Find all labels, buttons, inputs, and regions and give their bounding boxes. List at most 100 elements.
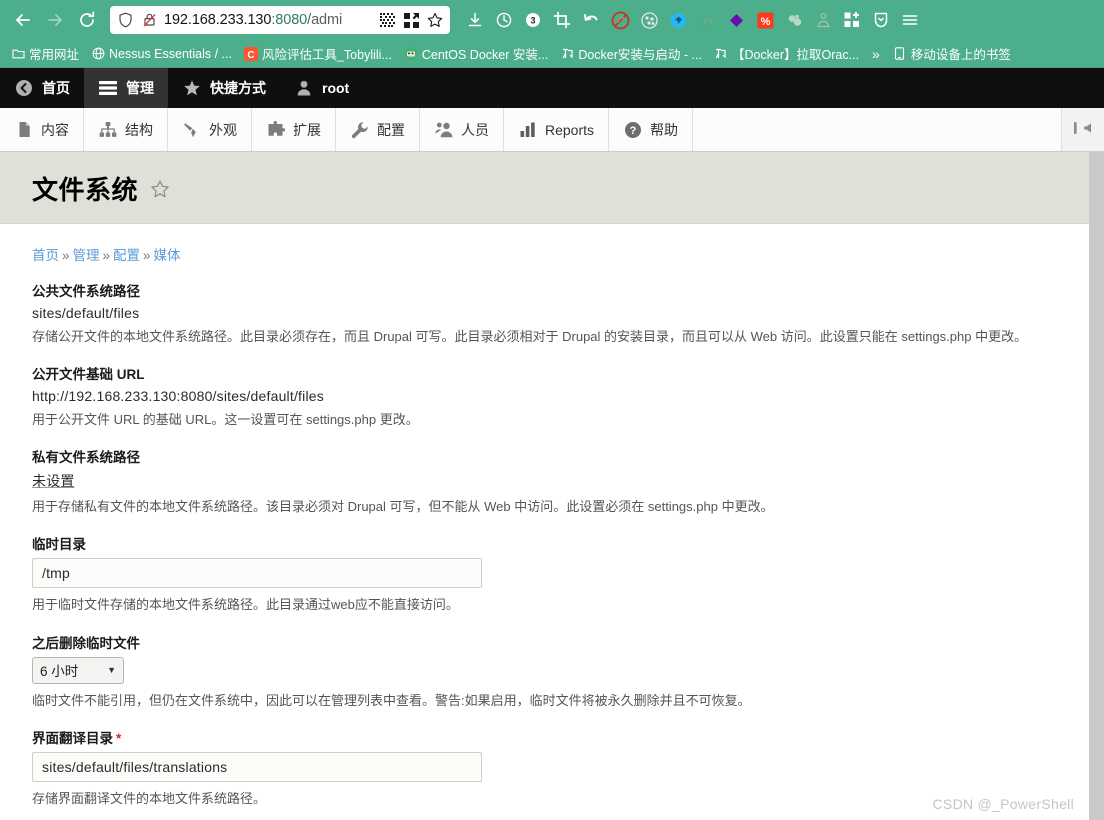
- submenu-label: Reports: [545, 121, 595, 138]
- field-value: http://192.168.233.130:8080/sites/defaul…: [32, 388, 324, 405]
- submenu-spacer: [693, 108, 1062, 151]
- submenu-item-reports[interactable]: Reports: [504, 108, 610, 151]
- screenshot-crop-icon[interactable]: [549, 7, 575, 33]
- svg-text:C: C: [247, 50, 254, 61]
- delete-temporary-files-select[interactable]: 6 小时 ▼: [32, 656, 124, 684]
- bookmark-mobile-bookmarks[interactable]: 移动设备上的书签: [888, 42, 1016, 65]
- interface-translation-directory-input[interactable]: [32, 751, 482, 782]
- wappalyzer-icon[interactable]: %: [752, 7, 778, 33]
- extension-icon-row: 3 JS %: [462, 7, 923, 33]
- cookie-manager-icon[interactable]: [636, 7, 662, 33]
- bookmark-label: CentOS Docker 安装...: [421, 48, 549, 62]
- bookmark-docker-oracle[interactable]: 【Docker】拉取Orac...: [709, 42, 864, 65]
- lock-crossed-icon[interactable]: [140, 11, 158, 29]
- field-label: 临时目录: [32, 537, 86, 553]
- star-outline-icon[interactable]: [150, 179, 170, 199]
- field-description: 存储公开文件的本地文件系统路径。此目录必须存在，而且 Drupal 可写。此目录…: [32, 329, 1028, 344]
- admin-tab-manage[interactable]: 管理: [84, 68, 168, 108]
- reload-button[interactable]: [72, 5, 102, 35]
- field-label: 界面翻译目录 *: [32, 727, 1057, 747]
- submenu-item-extend[interactable]: 扩展: [252, 108, 336, 151]
- breadcrumb-item-media[interactable]: 媒体: [154, 248, 181, 263]
- proxy-extension-icon[interactable]: [810, 7, 836, 33]
- history-icon[interactable]: [491, 7, 517, 33]
- browser-toolbar: 192.168.233.130:8080/admi 3 JS %: [0, 0, 1104, 40]
- field-value: sites/default/files: [32, 305, 140, 321]
- bookmark-centos-docker[interactable]: CentOS Docker 安装...: [399, 42, 553, 65]
- bookmark-docker-install[interactable]: Docker安装与启动 - ...: [555, 42, 707, 65]
- breadcrumb-item-manage[interactable]: 管理: [73, 248, 100, 263]
- field-description: 临时文件不能引用，但仍在文件系统中，因此可以在管理列表中查看。警告:如果启用，临…: [32, 692, 751, 708]
- submenu-label: 结构: [125, 121, 153, 138]
- bookmarks-overflow-chevron[interactable]: »: [866, 46, 886, 62]
- pocket-icon[interactable]: [868, 7, 894, 33]
- vertical-scrollbar[interactable]: [1089, 152, 1104, 820]
- bookmark-label: 风险评估工具_Tobylili...: [261, 48, 392, 62]
- qr-code-icon[interactable]: [378, 11, 396, 29]
- csdn-icon: C: [243, 46, 258, 61]
- drupal-admin-toolbar: 首页 管理 快捷方式 root: [0, 68, 1104, 108]
- page-title-band: 文件系统: [0, 152, 1089, 224]
- field-label: 公共文件系统路径: [32, 284, 140, 299]
- bookmark-label: Docker安装与启动 - ...: [578, 48, 702, 62]
- downloads-icon[interactable]: [462, 7, 488, 33]
- admin-tab-shortcuts[interactable]: 快捷方式: [168, 68, 280, 108]
- submenu-label: 配置: [377, 121, 405, 138]
- forward-button[interactable]: [40, 5, 70, 35]
- svg-text:3: 3: [530, 15, 535, 25]
- user-icon: [294, 78, 314, 98]
- shield-icon[interactable]: [116, 11, 134, 29]
- submenu-item-configuration[interactable]: 配置: [336, 108, 420, 151]
- star-icon: [182, 78, 202, 98]
- tampermonkey-icon[interactable]: [665, 7, 691, 33]
- extend-puzzle-icon: [266, 120, 286, 140]
- admin-tab-label: 管理: [126, 80, 154, 96]
- temporary-directory-input[interactable]: [32, 558, 482, 589]
- bookmark-nessus[interactable]: Nessus Essentials / ...: [86, 45, 237, 63]
- submenu-label: 帮助: [650, 121, 679, 138]
- required-asterisk: *: [116, 730, 122, 746]
- admin-tab-home[interactable]: 首页: [0, 68, 84, 108]
- submenu-label: 外观: [209, 121, 237, 138]
- submenu-item-content[interactable]: 内容: [0, 108, 84, 151]
- url-path: /admi: [307, 12, 343, 28]
- submenu-item-appearance[interactable]: 外观: [168, 108, 252, 151]
- url-text[interactable]: 192.168.233.130:8080/admi: [164, 12, 372, 28]
- reports-bars-icon: [518, 120, 538, 140]
- app-menu-icon[interactable]: [897, 7, 923, 33]
- svg-text:JS: JS: [701, 13, 712, 27]
- adblock-icon[interactable]: [607, 7, 633, 33]
- field-label: 公开文件基础 URL: [32, 367, 145, 383]
- field-delete-temporary-files-after: 之后删除临时文件 6 小时 ▼ 临时文件不能引用，但仍在文件系统中，因此可以在管…: [32, 632, 1057, 711]
- page-area: 文件系统 首页» 管理» 配置» 媒体 公共文件系统路径 sites/default/…: [0, 152, 1104, 820]
- extensions-grid-icon[interactable]: [839, 7, 865, 33]
- javascript-toggle-icon[interactable]: JS: [694, 7, 720, 33]
- structure-icon: [98, 120, 118, 140]
- field-label: 私有文件系统路径: [32, 450, 140, 466]
- svg-text:?: ?: [630, 125, 637, 137]
- admin-tab-user[interactable]: root: [280, 68, 363, 108]
- bookmark-label: 常用网址: [29, 48, 80, 62]
- tab-counter-icon[interactable]: 3: [520, 7, 546, 33]
- field-private-file-system-path: 私有文件系统路径 未设置 用于存储私有文件的本地文件系统路径。该目录必须对 Dr…: [32, 446, 1057, 517]
- split-view-icon[interactable]: [402, 11, 420, 29]
- molecule-extension-icon[interactable]: [781, 7, 807, 33]
- address-bar[interactable]: 192.168.233.130:8080/admi: [110, 6, 450, 34]
- bookmark-csdn-risk-tool[interactable]: C 风险评估工具_Tobylili...: [239, 42, 397, 65]
- bookmark-star-icon[interactable]: [426, 11, 444, 29]
- back-button[interactable]: [8, 5, 38, 35]
- folder-icon: [11, 47, 25, 61]
- submenu-item-people[interactable]: 人员: [420, 108, 504, 151]
- breadcrumb-item-home[interactable]: 首页: [32, 248, 59, 263]
- field-label: 之后删除临时文件: [32, 635, 140, 651]
- mobile-icon: [893, 47, 907, 61]
- submenu-collapse-button[interactable]: [1062, 108, 1104, 151]
- breadcrumb-item-config[interactable]: 配置: [113, 248, 140, 263]
- submenu-item-structure[interactable]: 结构: [84, 108, 168, 151]
- diamond-extension-icon[interactable]: [723, 7, 749, 33]
- submenu-label: 内容: [41, 121, 69, 138]
- bookmark-folder-common[interactable]: 常用网址: [6, 42, 84, 65]
- undo-close-tab-icon[interactable]: [578, 7, 604, 33]
- submenu-item-help[interactable]: ? 帮助: [609, 108, 694, 151]
- zhihu-icon: [714, 47, 728, 61]
